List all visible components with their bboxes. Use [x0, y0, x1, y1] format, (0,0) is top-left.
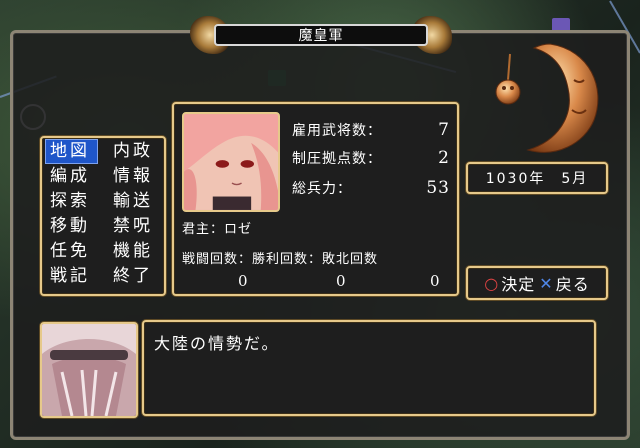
cross-button-icon: ✕: [539, 273, 554, 293]
game-date: 1030年 5月: [466, 162, 608, 194]
menu-item[interactable]: 内政: [109, 140, 160, 163]
menu-item[interactable]: 地図: [45, 139, 98, 164]
menu-item[interactable]: 任免: [46, 240, 97, 263]
faction-info-panel: 雇用武将数： 7 制圧拠点数： 2 総兵力： 53 君主：ロゼ 戦闘回数：勝利回…: [172, 102, 459, 296]
troops-value: 53: [426, 178, 450, 198]
lord-portrait: [182, 112, 280, 212]
menu-item[interactable]: 機能: [109, 240, 160, 263]
dialog-text: 大陸の情勢だ。: [154, 334, 280, 353]
generals-label: 雇用武将数：: [292, 123, 382, 139]
bases-label: 制圧拠点数：: [292, 151, 382, 167]
circle-button-icon: ○: [484, 273, 500, 293]
lord-name: 君主：ロゼ: [182, 222, 253, 237]
wins-value: 0: [336, 272, 346, 290]
speaker-face-icon: [42, 324, 136, 416]
generals-stat: 雇用武将数： 7: [292, 120, 450, 146]
back-label[interactable]: 戻る: [556, 271, 590, 295]
speaker-portrait: [40, 322, 138, 418]
menu-item[interactable]: 情報: [109, 165, 160, 188]
battles-value: 0: [238, 272, 248, 290]
faction-title: 魔皇軍: [214, 24, 428, 46]
dialog-box: 大陸の情勢だ。: [142, 320, 596, 416]
losses-value: 0: [430, 272, 440, 290]
crescent-moon-emblem-icon: [495, 43, 599, 153]
menu-item[interactable]: 終了: [109, 265, 160, 288]
battle-record-header: 戦闘回数：勝利回数：敗北回数: [182, 252, 379, 267]
confirm-label[interactable]: 決定: [501, 271, 535, 295]
menu-item[interactable]: 輸送: [109, 190, 160, 213]
controls-hint: ○ 決定 ✕ 戻る: [466, 266, 608, 300]
generals-value: 7: [438, 120, 450, 140]
menu-item[interactable]: 禁呪: [109, 215, 160, 238]
menu-item[interactable]: 移動: [46, 215, 97, 238]
bases-stat: 制圧拠点数： 2: [292, 148, 450, 174]
faction-title-plate: 魔皇軍: [190, 16, 452, 54]
troops-stat: 総兵力： 53: [292, 178, 450, 204]
menu-item[interactable]: 戦記: [46, 265, 97, 288]
menu-item[interactable]: 探索: [46, 190, 97, 213]
menu-item[interactable]: 編成: [46, 165, 97, 188]
command-menu: 地図 内政 編成 情報 探索 輸送 移動 禁呪 任免 機能 戦記 終了: [40, 136, 166, 296]
bases-value: 2: [438, 148, 450, 168]
troops-label: 総兵力：: [292, 181, 352, 197]
